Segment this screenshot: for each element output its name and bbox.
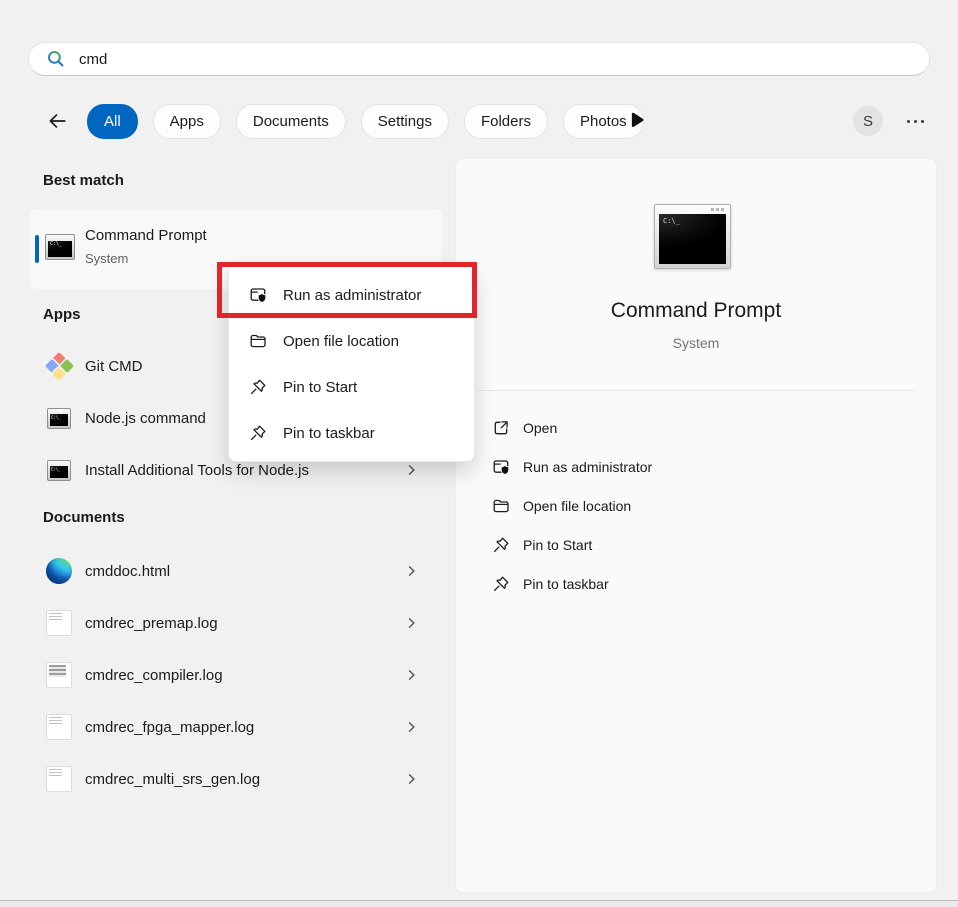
more-filters-button[interactable] — [630, 111, 646, 129]
overflow-menu-button[interactable] — [901, 111, 929, 131]
command-prompt-icon: C:\_ — [47, 408, 71, 429]
search-bar[interactable]: cmd — [28, 42, 930, 76]
search-icon — [46, 49, 66, 69]
edge-browser-icon — [46, 558, 72, 584]
back-arrow-icon — [46, 110, 68, 132]
filter-tab-documents[interactable]: Documents — [236, 104, 346, 139]
filter-tabs: All Apps Documents Settings Folders Phot… — [87, 104, 644, 139]
menu-item-label: Pin to taskbar — [283, 425, 375, 442]
result-label: cmdrec_premap.log — [85, 615, 218, 632]
filter-tab-all[interactable]: All — [87, 104, 138, 139]
result-row-cmddoc-html[interactable]: cmddoc.html — [30, 545, 442, 597]
command-prompt-icon: C:\_ — [47, 460, 71, 481]
back-button[interactable] — [44, 108, 70, 134]
preview-action-pin-to-start[interactable]: Pin to Start — [456, 525, 936, 564]
filter-tab-settings[interactable]: Settings — [361, 104, 449, 139]
apps-heading: Apps — [43, 306, 81, 323]
preview-actions: Open Run as administrator — [456, 408, 936, 603]
preview-title: Command Prompt — [456, 299, 936, 323]
result-label: cmdrec_compiler.log — [85, 667, 223, 684]
folder-icon — [492, 497, 510, 515]
chevron-right-icon[interactable] — [405, 773, 418, 786]
filter-tab-apps[interactable]: Apps — [153, 104, 221, 139]
result-label: cmdrec_fpga_mapper.log — [85, 719, 254, 736]
git-cmd-icon — [46, 353, 72, 379]
best-match-subtitle: System — [85, 251, 128, 266]
action-label: Open file location — [523, 498, 631, 514]
pin-icon — [249, 378, 267, 396]
chevron-right-icon[interactable] — [405, 565, 418, 578]
result-label: cmdrec_multi_srs_gen.log — [85, 771, 260, 788]
chevron-right-icon[interactable] — [405, 464, 418, 477]
play-triangle-icon — [630, 112, 646, 129]
context-menu-item-pin-to-start[interactable]: Pin to Start — [229, 364, 474, 410]
account-avatar[interactable]: S — [853, 106, 883, 136]
best-match-heading: Best match — [43, 172, 124, 189]
log-file-icon — [46, 714, 72, 740]
preview-action-pin-to-taskbar[interactable]: Pin to taskbar — [456, 564, 936, 603]
result-label: Git CMD — [85, 358, 143, 375]
open-external-icon — [492, 419, 510, 437]
command-prompt-icon: C:\_ — [45, 234, 75, 260]
action-label: Open — [523, 420, 557, 436]
result-row-cmdrec-fpga-mapper-log[interactable]: cmdrec_fpga_mapper.log — [30, 701, 442, 753]
chevron-right-icon[interactable] — [405, 617, 418, 630]
pin-icon — [492, 536, 510, 554]
chevron-right-icon[interactable] — [405, 721, 418, 734]
search-input[interactable]: cmd — [79, 51, 107, 68]
preview-action-open[interactable]: Open — [456, 408, 936, 447]
result-label: Install Additional Tools for Node.js — [85, 462, 309, 479]
context-menu: Run as administrator Open file location … — [228, 264, 475, 462]
filter-tab-folders[interactable]: Folders — [464, 104, 548, 139]
folder-icon — [249, 332, 267, 350]
log-file-icon — [46, 610, 72, 636]
preview-pane: C:\_ Command Prompt System Open — [455, 158, 937, 893]
result-label: cmddoc.html — [85, 563, 170, 580]
action-label: Pin to Start — [523, 537, 592, 553]
best-match-title: Command Prompt — [85, 227, 207, 244]
action-label: Pin to taskbar — [523, 576, 609, 592]
taskbar-edge — [0, 900, 958, 907]
context-menu-item-pin-to-taskbar[interactable]: Pin to taskbar — [229, 410, 474, 456]
context-menu-item-run-as-administrator[interactable]: Run as administrator — [229, 272, 474, 318]
pin-icon — [249, 424, 267, 442]
preview-action-open-file-location[interactable]: Open file location — [456, 486, 936, 525]
log-file-icon — [46, 766, 72, 792]
chevron-right-icon[interactable] — [405, 669, 418, 682]
context-menu-item-open-file-location[interactable]: Open file location — [229, 318, 474, 364]
run-as-admin-icon — [249, 286, 267, 304]
menu-item-label: Run as administrator — [283, 287, 421, 304]
result-label: Node.js command — [85, 410, 206, 427]
run-as-admin-icon — [492, 458, 510, 476]
result-row-cmdrec-premap-log[interactable]: cmdrec_premap.log — [30, 597, 442, 649]
command-prompt-large-icon: C:\_ — [654, 204, 731, 269]
preview-action-run-as-administrator[interactable]: Run as administrator — [456, 447, 936, 486]
documents-heading: Documents — [43, 509, 125, 526]
pin-icon — [492, 575, 510, 593]
menu-item-label: Open file location — [283, 333, 399, 350]
result-row-cmdrec-multi-srs-gen-log[interactable]: cmdrec_multi_srs_gen.log — [30, 753, 442, 805]
selection-accent-bar — [35, 235, 39, 263]
action-label: Run as administrator — [523, 459, 652, 475]
preview-subtitle: System — [456, 335, 936, 351]
result-row-cmdrec-compiler-log[interactable]: cmdrec_compiler.log — [30, 649, 442, 701]
log-file-icon — [46, 662, 72, 688]
menu-item-label: Pin to Start — [283, 379, 357, 396]
ellipsis-icon — [907, 120, 924, 123]
divider — [478, 390, 914, 391]
